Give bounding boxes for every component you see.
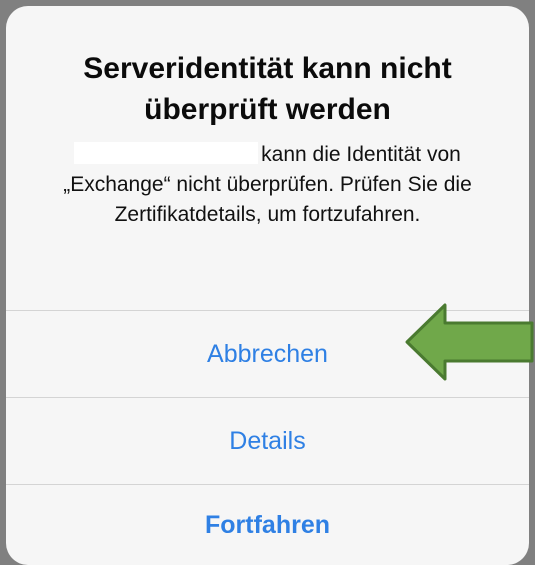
continue-button[interactable]: Fortfahren bbox=[6, 484, 529, 565]
alert-dialog: Serveridentität kann nicht überprüft wer… bbox=[6, 6, 529, 565]
alert-message: kann die Identität von „Exchange“ nicht … bbox=[6, 140, 529, 230]
alert-content: Serveridentität kann nicht überprüft wer… bbox=[6, 6, 529, 310]
alert-title: Serveridentität kann nicht überprüft wer… bbox=[83, 52, 452, 126]
arrow-shape bbox=[405, 303, 534, 381]
redacted-server-name bbox=[74, 142, 259, 164]
details-button[interactable]: Details bbox=[6, 397, 529, 484]
annotation-arrow-icon bbox=[405, 303, 534, 381]
